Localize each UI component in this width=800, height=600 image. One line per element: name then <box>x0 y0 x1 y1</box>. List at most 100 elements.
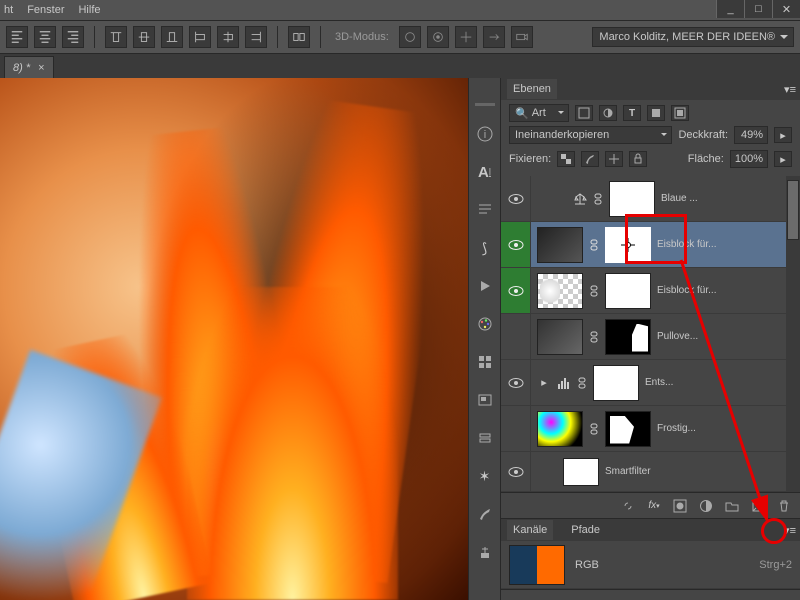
add-mask-icon[interactable] <box>672 498 688 514</box>
workspace-dropdown[interactable]: Marco Kolditz, MEER DER IDEEN® <box>592 27 794 47</box>
3d-pan-icon[interactable] <box>455 26 477 48</box>
distribute-vcenter-icon[interactable] <box>133 26 155 48</box>
opacity-slider-toggle[interactable]: ▸ <box>774 127 792 143</box>
close-tab-icon[interactable]: × <box>38 62 44 74</box>
layer-mask-thumb[interactable] <box>605 227 651 263</box>
scrollbar-thumb[interactable] <box>787 180 799 240</box>
lock-all-icon[interactable] <box>629 151 647 167</box>
auto-align-icon[interactable] <box>288 26 310 48</box>
new-group-icon[interactable] <box>724 498 740 514</box>
layer-row[interactable]: Smartfilter <box>501 452 800 492</box>
filter-shape-icon[interactable] <box>647 105 665 121</box>
layer-filter-dropdown[interactable]: 🔍Art <box>509 104 569 122</box>
visibility-toggle[interactable] <box>501 406 531 451</box>
adjustments-panel-icon[interactable]: ⟆ <box>473 236 497 260</box>
document-tab[interactable]: 8) * × <box>4 56 54 78</box>
document-canvas[interactable] <box>0 78 468 600</box>
color-panel-icon[interactable] <box>473 312 497 336</box>
expand-toggle[interactable]: ▸ <box>537 376 551 389</box>
layer-thumb[interactable] <box>537 319 583 355</box>
fill-slider-toggle[interactable]: ▸ <box>774 151 792 167</box>
3d-roll-icon[interactable] <box>427 26 449 48</box>
filter-smart-icon[interactable] <box>671 105 689 121</box>
layers-scrollbar[interactable] <box>786 176 800 492</box>
lock-position-icon[interactable] <box>605 151 623 167</box>
layer-name[interactable]: Eisblock für... <box>657 239 794 250</box>
delete-layer-icon[interactable] <box>776 498 792 514</box>
new-layer-icon[interactable] <box>750 498 766 514</box>
dock-grip[interactable] <box>469 100 500 108</box>
history-panel-icon[interactable] <box>473 426 497 450</box>
layer-row[interactable]: Eisblock für... <box>501 268 800 314</box>
align-center-icon[interactable] <box>34 26 56 48</box>
visibility-toggle[interactable] <box>501 360 531 405</box>
info-panel-icon[interactable]: i <box>473 122 497 146</box>
menu-item-window[interactable]: Fenster <box>27 4 64 16</box>
layer-name[interactable]: Smartfilter <box>605 466 794 477</box>
blend-mode-dropdown[interactable]: Ineinanderkopieren <box>509 126 672 144</box>
3d-orbit-icon[interactable] <box>399 26 421 48</box>
layer-mask-thumb[interactable] <box>593 365 639 401</box>
fx-icon[interactable]: fx▾ <box>646 498 662 514</box>
layers-tab[interactable]: Ebenen <box>507 79 557 99</box>
layer-name[interactable]: Frostig... <box>657 423 782 434</box>
channels-tab[interactable]: Kanäle <box>507 520 553 540</box>
window-minimize-button[interactable]: _ <box>716 0 744 18</box>
filter-adjust-icon[interactable] <box>599 105 617 121</box>
styles-panel-icon[interactable]: ✶ <box>473 464 497 488</box>
layer-name[interactable]: Eisblock für... <box>657 285 794 296</box>
new-adjustment-icon[interactable] <box>698 498 714 514</box>
distribute-hcenter-icon[interactable] <box>217 26 239 48</box>
layer-mask-thumb[interactable] <box>605 411 651 447</box>
layer-name[interactable]: Ents... <box>645 377 794 388</box>
layer-row[interactable]: Frostig... ▴ <box>501 406 800 452</box>
3d-slide-icon[interactable] <box>483 26 505 48</box>
layer-mask-thumb[interactable] <box>605 273 651 309</box>
paragraph-panel-icon[interactable] <box>473 198 497 222</box>
navigator-panel-icon[interactable] <box>473 388 497 412</box>
filter-pixel-icon[interactable] <box>575 105 593 121</box>
align-right-icon[interactable] <box>62 26 84 48</box>
paths-tab[interactable]: Pfade <box>565 520 606 540</box>
menu-item-help[interactable]: Hilfe <box>78 4 100 16</box>
fill-input[interactable]: 100% <box>730 150 768 168</box>
layer-row[interactable]: Eisblock für... <box>501 222 800 268</box>
visibility-toggle[interactable] <box>501 268 531 313</box>
visibility-toggle[interactable] <box>501 452 531 491</box>
visibility-toggle[interactable] <box>501 176 531 221</box>
layer-row[interactable]: Pullove... <box>501 314 800 360</box>
layer-row[interactable]: ▸ Ents... <box>501 360 800 406</box>
window-close-button[interactable]: ✕ <box>772 0 800 18</box>
panel-menu-icon[interactable]: ▾≡ <box>784 524 796 537</box>
clone-panel-icon[interactable] <box>473 540 497 564</box>
brush-panel-icon[interactable] <box>473 502 497 526</box>
visibility-toggle[interactable] <box>501 314 531 359</box>
layer-name[interactable]: Pullove... <box>657 331 794 342</box>
layer-row[interactable]: Blaue ... <box>501 176 800 222</box>
character-panel-icon[interactable]: A| <box>473 160 497 184</box>
layer-thumb[interactable] <box>537 411 583 447</box>
visibility-toggle[interactable] <box>501 222 531 267</box>
align-left-icon[interactable] <box>6 26 28 48</box>
opacity-input[interactable]: 49% <box>734 126 768 144</box>
layer-mask-thumb[interactable] <box>609 181 655 217</box>
layer-name[interactable]: Blaue ... <box>661 193 794 204</box>
panel-menu-icon[interactable]: ▾≡ <box>784 83 796 96</box>
actions-panel-icon[interactable] <box>473 274 497 298</box>
distribute-bottom-icon[interactable] <box>161 26 183 48</box>
distribute-right-icon[interactable] <box>245 26 267 48</box>
filter-type-icon[interactable]: T <box>623 105 641 121</box>
link-layers-icon[interactable] <box>620 498 636 514</box>
3d-camera-icon[interactable] <box>511 26 533 48</box>
window-maximize-button[interactable]: □ <box>744 0 772 18</box>
distribute-left-icon[interactable] <box>189 26 211 48</box>
distribute-top-icon[interactable] <box>105 26 127 48</box>
swatches-panel-icon[interactable] <box>473 350 497 374</box>
channel-row[interactable]: RGB Strg+2 <box>501 541 800 589</box>
lock-transparency-icon[interactable] <box>557 151 575 167</box>
menu-item[interactable]: ht <box>4 4 13 16</box>
filter-mask-thumb[interactable] <box>563 458 599 486</box>
layer-thumb[interactable] <box>537 227 583 263</box>
layer-thumb[interactable] <box>537 273 583 309</box>
lock-pixels-icon[interactable] <box>581 151 599 167</box>
